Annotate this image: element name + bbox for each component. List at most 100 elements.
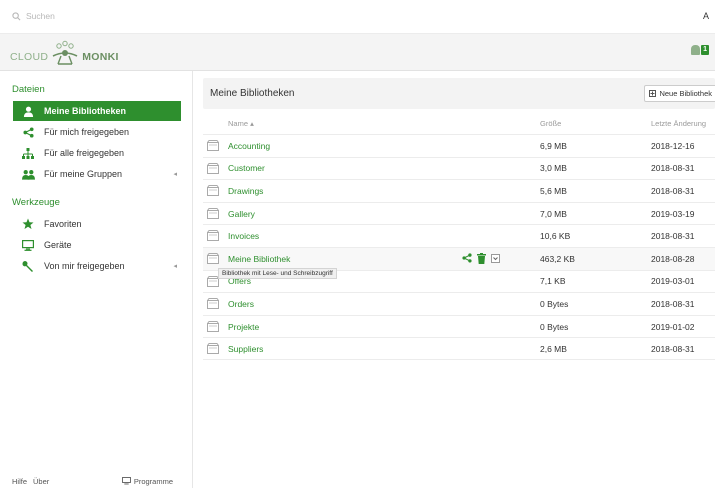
sidebar-item-shared-by-me[interactable]: Von mir freigegeben ◂ xyxy=(13,256,181,276)
library-name[interactable]: Invoices xyxy=(228,231,259,241)
bell-icon xyxy=(691,45,701,55)
library-name[interactable]: Projekte xyxy=(228,322,259,332)
library-size: 10,6 KB xyxy=(540,231,571,242)
library-date: 2019-03-01 xyxy=(651,276,695,287)
library-name[interactable]: Accounting xyxy=(228,141,270,151)
table-row[interactable]: Projekte 0 Bytes 2019-01-02 xyxy=(203,314,715,338)
library-size: 6,9 MB xyxy=(540,140,567,151)
search-input[interactable]: Suchen xyxy=(26,11,55,21)
group-icon xyxy=(20,169,36,180)
sidebar: Dateien Meine Bibliotheken Für mich frei… xyxy=(0,71,193,488)
logo-bar: CLOUD MONKI 1 xyxy=(0,34,715,71)
library-icon xyxy=(207,162,219,176)
monkey-logo-icon xyxy=(52,40,78,65)
library-size: 7,0 MB xyxy=(540,208,567,219)
logo-text-cloud: CLOUD xyxy=(10,51,49,63)
library-date: 2018-12-16 xyxy=(651,140,695,151)
notification-badge: 1 xyxy=(701,45,709,55)
star-icon xyxy=(20,218,36,230)
library-icon xyxy=(207,343,219,356)
library-name[interactable]: Gallery xyxy=(228,209,255,219)
top-bar: Suchen A xyxy=(0,0,715,34)
library-table: Accounting 6,9 MB 2018-12-16 Customer 3,… xyxy=(203,134,715,360)
monitor-icon xyxy=(121,477,131,485)
share-icon[interactable] xyxy=(462,253,472,264)
sidebar-item-shared-with-all[interactable]: Für alle freigegeben xyxy=(13,143,181,163)
library-icon xyxy=(207,140,219,153)
programs-link[interactable]: Programme xyxy=(121,477,179,486)
sidebar-item-shared-with-me[interactable]: Für mich freigegeben xyxy=(13,122,181,142)
library-size: 463,2 KB xyxy=(540,253,575,264)
about-link[interactable]: Über xyxy=(33,477,49,486)
permission-tooltip: Bibliothek mit Lese- und Schreibzugriff xyxy=(218,268,337,279)
sidebar-item-favorites[interactable]: Favoriten xyxy=(13,214,181,234)
page-title: Meine Bibliotheken xyxy=(210,88,295,99)
notifications[interactable]: 1 xyxy=(691,45,709,55)
column-header-name[interactable]: Name ▴ xyxy=(228,119,254,128)
table-row[interactable]: Meine Bibliothek 463,2 KB 2018-08-28 xyxy=(203,246,715,270)
library-date: 2018-08-28 xyxy=(651,253,695,264)
library-size: 2,6 MB xyxy=(540,343,567,354)
library-size: 0 Bytes xyxy=(540,298,569,309)
library-icon xyxy=(207,185,219,198)
library-size: 5,6 MB xyxy=(540,185,567,196)
library-name[interactable]: Orders xyxy=(228,299,254,309)
library-date: 2018-08-31 xyxy=(651,185,695,196)
library-icon xyxy=(207,320,219,334)
search-icon xyxy=(12,11,21,20)
table-row[interactable]: Customer 3,0 MB 2018-08-31 xyxy=(203,156,715,180)
library-size: 3,0 MB xyxy=(540,163,567,174)
plus-icon xyxy=(649,90,657,97)
library-size: 7,1 KB xyxy=(540,276,566,287)
library-date: 2019-03-19 xyxy=(651,208,695,219)
column-header-size[interactable]: Größe xyxy=(540,119,561,128)
library-icon xyxy=(207,252,219,266)
wrench-icon xyxy=(20,260,36,272)
row-actions xyxy=(462,252,500,264)
user-avatar[interactable]: A xyxy=(703,11,709,21)
sitemap-icon xyxy=(20,147,36,159)
expand-arrow-icon[interactable]: ◂ xyxy=(173,170,177,178)
library-icon xyxy=(207,230,219,243)
library-name[interactable]: Customer xyxy=(228,163,265,173)
sidebar-item-label: Von mir freigegeben xyxy=(44,261,125,271)
section-files-heading: Dateien xyxy=(12,84,45,95)
search-box[interactable]: Suchen xyxy=(12,11,55,21)
main-header: Meine Bibliotheken Neue Bibliothek xyxy=(203,78,715,109)
help-link[interactable]: Hilfe xyxy=(12,477,27,486)
trash-icon[interactable] xyxy=(477,252,486,264)
table-row[interactable]: Drawings 5,6 MB 2018-08-31 xyxy=(203,179,715,202)
library-date: 2018-08-31 xyxy=(651,298,695,309)
sidebar-item-my-libraries[interactable]: Meine Bibliotheken xyxy=(13,101,181,121)
table-row[interactable]: Gallery 7,0 MB 2019-03-19 xyxy=(203,201,715,225)
table-row[interactable]: Accounting 6,9 MB 2018-12-16 xyxy=(203,134,715,157)
sidebar-item-label: Für meine Gruppen xyxy=(44,169,123,179)
column-header-modified[interactable]: Letzte Änderung xyxy=(651,119,706,128)
sidebar-item-label: Meine Bibliotheken xyxy=(44,106,127,116)
library-date: 2019-01-02 xyxy=(651,321,695,332)
table-row[interactable]: Orders 0 Bytes 2018-08-31 xyxy=(203,292,715,315)
new-library-label: Neue Bibliothek xyxy=(659,89,712,98)
library-date: 2018-08-31 xyxy=(651,231,695,242)
library-name[interactable]: Suppliers xyxy=(228,344,263,354)
new-library-button[interactable]: Neue Bibliothek xyxy=(644,85,715,102)
sidebar-item-my-groups[interactable]: Für meine Gruppen ◂ xyxy=(13,164,181,184)
user-icon xyxy=(20,106,36,117)
sidebar-item-label: Geräte xyxy=(44,240,72,250)
table-row[interactable]: Suppliers 2,6 MB 2018-08-31 xyxy=(203,337,715,360)
expand-arrow-icon[interactable]: ◂ xyxy=(173,262,177,270)
library-icon xyxy=(207,207,219,221)
library-date: 2018-08-31 xyxy=(651,343,695,354)
sidebar-item-label: Für mich freigegeben xyxy=(44,127,130,137)
sidebar-item-devices[interactable]: Geräte xyxy=(13,235,181,255)
library-name[interactable]: Meine Bibliothek xyxy=(228,254,290,264)
library-size: 0 Bytes xyxy=(540,321,569,332)
logo[interactable]: CLOUD MONKI xyxy=(10,38,119,66)
sidebar-footer: Hilfe Über Programme xyxy=(0,474,193,488)
section-tools-heading: Werkzeuge xyxy=(12,197,60,208)
library-name[interactable]: Drawings xyxy=(228,186,263,196)
table-row[interactable]: Invoices 10,6 KB 2018-08-31 xyxy=(203,224,715,247)
dropdown-icon[interactable] xyxy=(491,253,500,263)
sidebar-item-label: Favoriten xyxy=(44,219,82,229)
library-date: 2018-08-31 xyxy=(651,163,695,174)
